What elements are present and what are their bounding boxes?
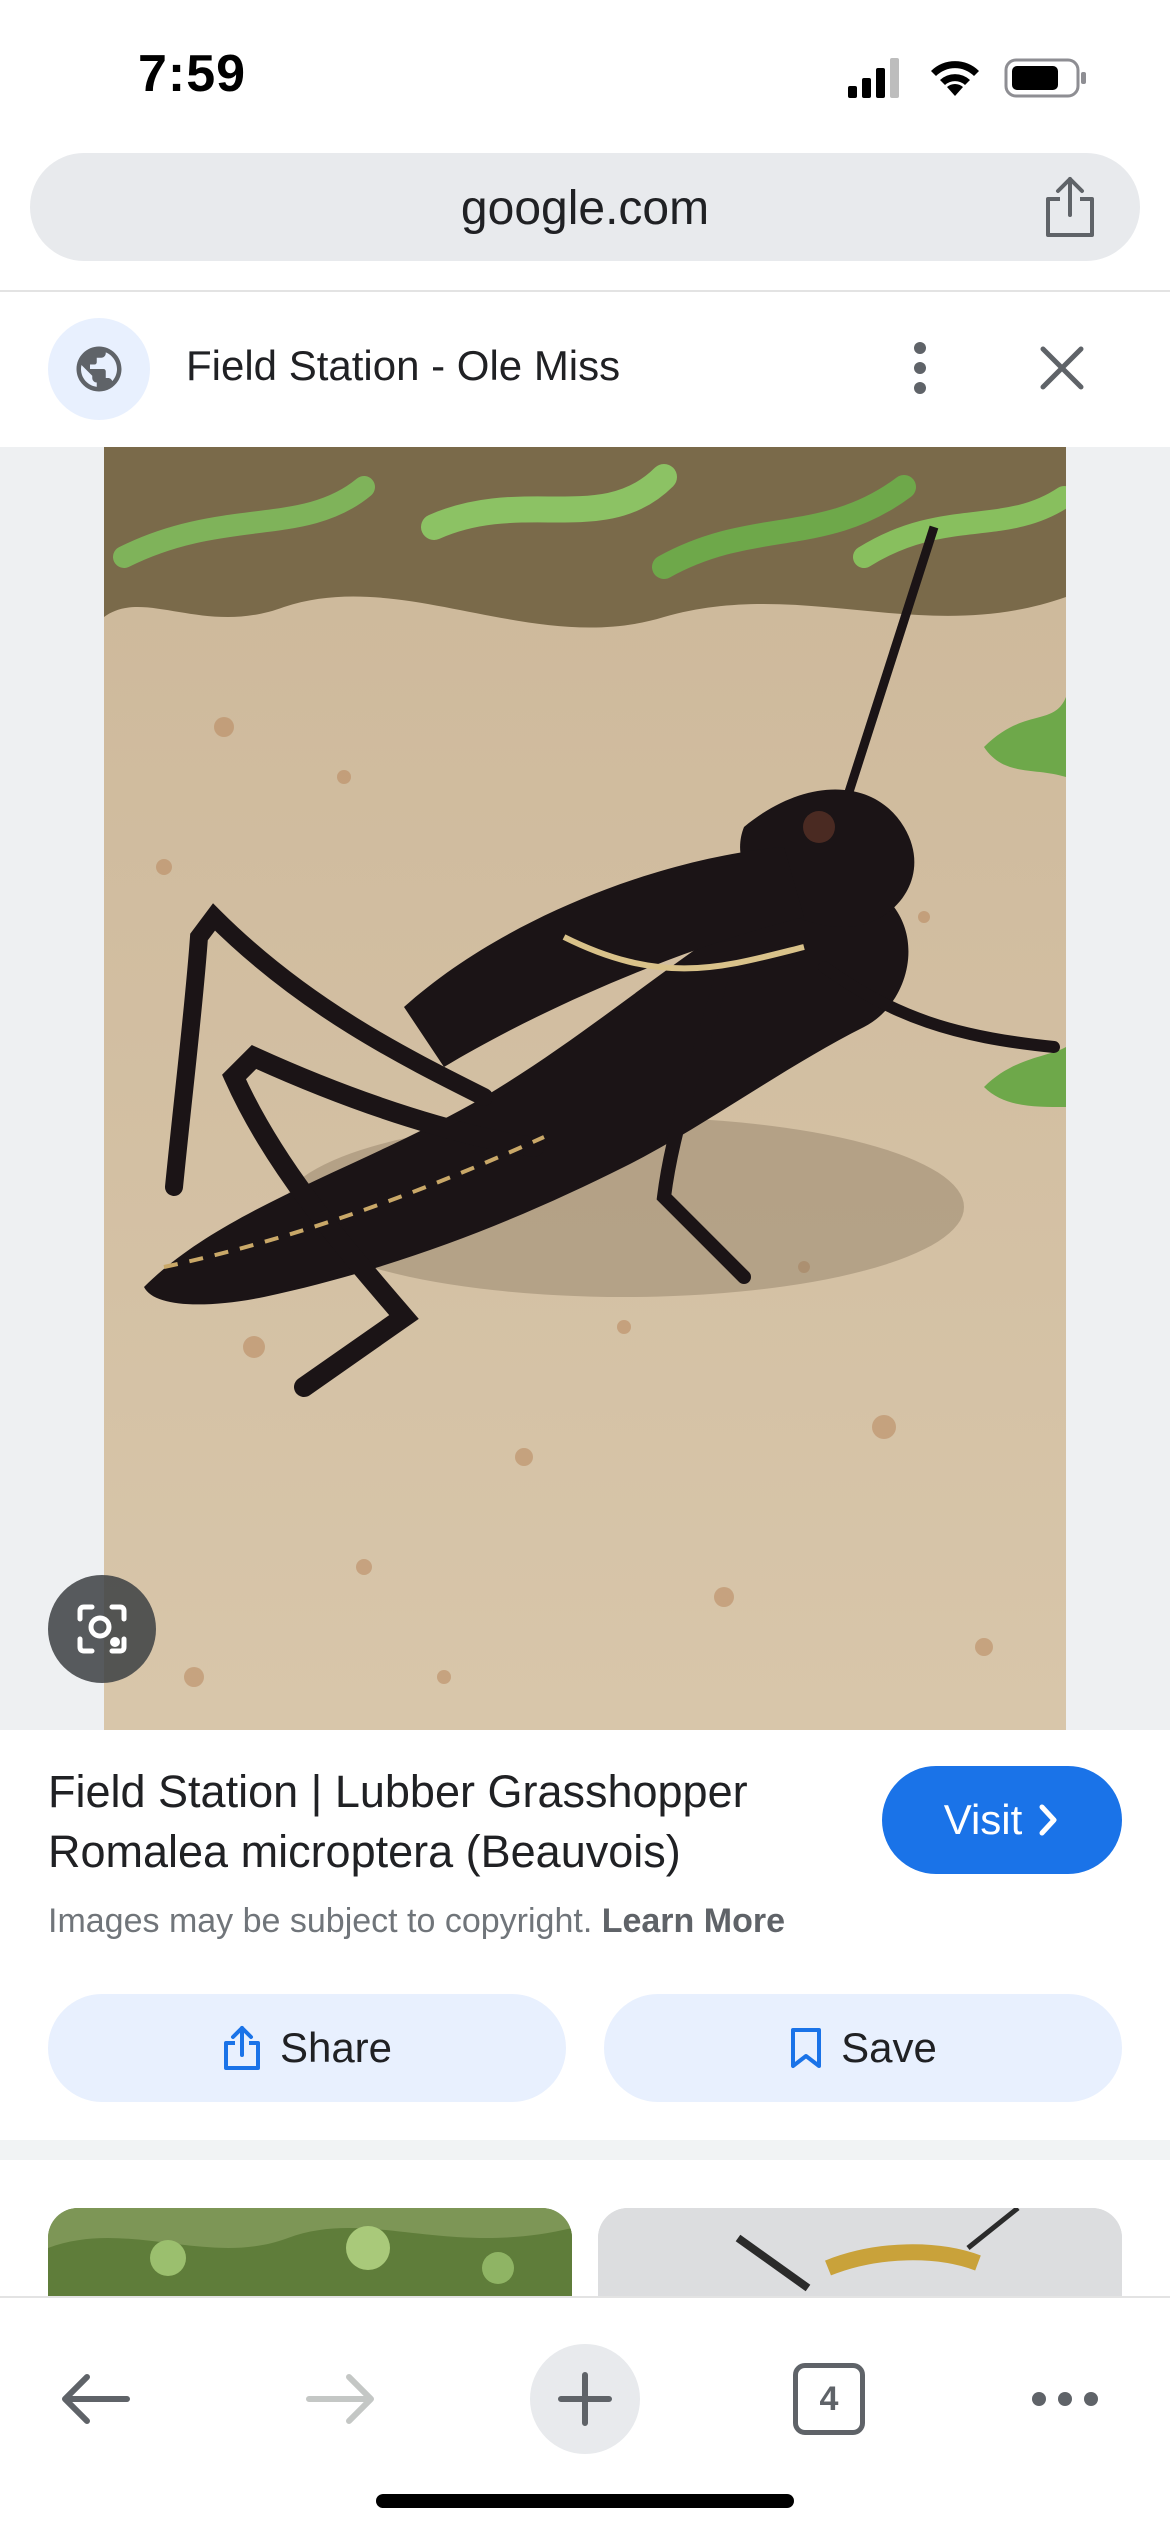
url-bar[interactable]: google.com xyxy=(30,153,1140,261)
battery-icon xyxy=(1004,58,1086,98)
related-image-thumbnail[interactable] xyxy=(598,2208,1122,2298)
result-title-line2[interactable]: Romalea microptera (Beauvois) xyxy=(48,1822,878,1882)
tab-count: 4 xyxy=(819,2379,839,2418)
save-label: Save xyxy=(841,2024,937,2071)
thumbnail-illustration xyxy=(598,2208,1122,2298)
share-button[interactable]: Share xyxy=(48,1994,566,2102)
chevron-right-icon xyxy=(1039,1804,1057,1836)
close-icon xyxy=(1040,346,1084,390)
status-bar: 7:59 xyxy=(0,0,1170,150)
forward-button[interactable] xyxy=(286,2344,396,2454)
result-title[interactable]: Field Station | Lubber Grasshopper Romal… xyxy=(48,1762,878,1882)
related-image-thumbnail[interactable] xyxy=(48,2208,572,2298)
bookmark-icon xyxy=(791,2028,822,2068)
visit-button[interactable]: Visit xyxy=(882,1766,1122,1874)
globe-icon xyxy=(76,346,122,392)
section-divider xyxy=(0,2140,1170,2160)
thumbnail-illustration xyxy=(48,2208,572,2298)
tabs-icon: 4 xyxy=(793,2363,865,2435)
site-title[interactable]: Field Station - Ole Miss xyxy=(186,342,620,390)
new-tab-button[interactable] xyxy=(530,2344,640,2454)
visit-label: Visit xyxy=(943,1796,1023,1843)
plus-icon xyxy=(558,2372,612,2426)
lens-icon xyxy=(77,1604,127,1654)
wifi-icon xyxy=(931,61,979,96)
url-text[interactable]: google.com xyxy=(30,181,1140,236)
status-time: 7:59 xyxy=(138,45,247,103)
more-menu-button[interactable] xyxy=(1010,2344,1120,2454)
close-button[interactable] xyxy=(1028,334,1096,402)
image-viewer xyxy=(0,447,1170,1730)
save-button[interactable]: Save xyxy=(604,1994,1122,2102)
lens-search-button[interactable] xyxy=(48,1575,156,1683)
result-title-line1[interactable]: Field Station | Lubber Grasshopper xyxy=(48,1762,878,1822)
copyright-text: Images may be subject to copyright. xyxy=(48,1902,593,1940)
tab-switcher-button[interactable]: 4 xyxy=(774,2344,884,2454)
more-horiz-icon xyxy=(1032,2392,1098,2406)
share-label: Share xyxy=(279,2024,393,2071)
status-icons xyxy=(846,56,1088,100)
back-arrow-icon xyxy=(62,2374,130,2424)
copyright-notice: Images may be subject to copyright. Lear… xyxy=(48,1902,785,1941)
bottom-toolbar: 4 xyxy=(0,2296,1170,2532)
cellular-signal-icon xyxy=(848,58,899,98)
photo-illustration xyxy=(104,447,1066,1730)
more-options-button[interactable] xyxy=(890,328,950,408)
site-header: Field Station - Ole Miss xyxy=(0,292,1170,447)
home-indicator[interactable] xyxy=(376,2494,794,2508)
grasshopper-photo[interactable] xyxy=(104,447,1066,1730)
more-vert-icon xyxy=(914,342,926,394)
forward-arrow-icon xyxy=(306,2374,374,2424)
back-button[interactable] xyxy=(40,2344,150,2454)
learn-more-link[interactable]: Learn More xyxy=(602,1902,785,1940)
share-icon xyxy=(223,2026,260,2070)
share-icon[interactable] xyxy=(1040,175,1100,239)
site-favicon xyxy=(48,318,150,420)
